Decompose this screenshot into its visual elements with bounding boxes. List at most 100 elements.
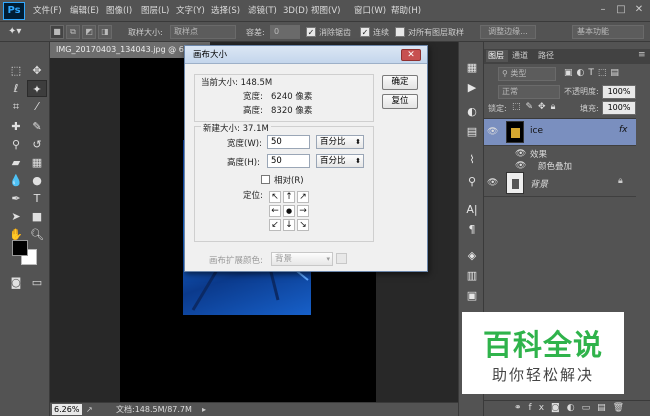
screen-mode-icon[interactable]: ▭: [27, 274, 47, 291]
ok-button[interactable]: 确定: [382, 75, 418, 90]
new-width-input[interactable]: 50: [267, 135, 310, 149]
history-panel-icon[interactable]: ▦: [464, 60, 480, 76]
workspace-select[interactable]: 基本功能: [572, 25, 644, 39]
layer-row-ice[interactable]: 👁︎ ice fx: [484, 119, 636, 146]
layer-name[interactable]: ice: [530, 126, 543, 136]
minimize-button[interactable]: –: [594, 2, 612, 17]
styles-panel-icon[interactable]: ▤: [464, 124, 480, 140]
new-height-input[interactable]: 50: [267, 154, 310, 168]
blur-tool-icon[interactable]: 💧: [6, 172, 26, 189]
tab-paths[interactable]: 路径: [538, 50, 554, 62]
menu-select[interactable]: 选择(S): [211, 4, 240, 18]
effects-eye-icon[interactable]: 👁︎: [515, 149, 526, 159]
adjustments-panel-icon[interactable]: ◐: [464, 104, 480, 120]
quick-mask-icon[interactable]: ◙: [6, 274, 26, 291]
menu-edit[interactable]: 编辑(E): [70, 4, 99, 18]
visibility-eye-icon[interactable]: 👁︎: [487, 127, 498, 137]
magic-wand-tool-icon[interactable]: ✦: [27, 80, 47, 97]
new-width-unit-select[interactable]: 百分比 ⬍: [316, 135, 364, 149]
anchor-w[interactable]: ←: [269, 205, 281, 217]
layer-filter-select[interactable]: ⚲ 类型: [498, 67, 556, 81]
layer-row-background[interactable]: 👁︎ 背景 🔒︎: [484, 170, 636, 197]
history-brush-tool-icon[interactable]: ↺: [27, 136, 47, 153]
layer-footer-icons[interactable]: ⚭fx◙◐▭▤🗑︎: [514, 403, 631, 413]
panel-menu-icon[interactable]: ≡: [638, 50, 646, 60]
tab-channels[interactable]: 通道: [512, 50, 528, 62]
new-height-unit-select[interactable]: 百分比 ⬍: [316, 154, 364, 168]
ext-color-swatch[interactable]: [336, 253, 347, 264]
anchor-n[interactable]: ↑: [283, 191, 295, 203]
anchor-se[interactable]: ↘: [297, 219, 309, 231]
eraser-tool-icon[interactable]: ▰: [6, 154, 26, 171]
pen-tool-icon[interactable]: ✒: [6, 190, 26, 207]
intersect-selection-icon[interactable]: ◨: [98, 25, 112, 39]
shape-tool-icon[interactable]: ■: [27, 208, 47, 225]
menu-window[interactable]: 窗口(W): [354, 4, 386, 18]
brush-panel-icon[interactable]: ⌇: [464, 152, 480, 168]
clone-stamp-tool-icon[interactable]: ⚲: [6, 136, 26, 153]
menu-3d[interactable]: 3D(D): [283, 4, 308, 18]
blend-mode-select[interactable]: 正常: [498, 85, 560, 99]
menu-help[interactable]: 帮助(H): [391, 4, 421, 18]
character-panel-icon[interactable]: A|: [464, 202, 480, 218]
anchor-sw[interactable]: ↙: [269, 219, 281, 231]
reset-button[interactable]: 复位: [382, 94, 418, 109]
anchor-center[interactable]: ●: [283, 205, 295, 217]
close-window-button[interactable]: ✕: [630, 2, 648, 17]
type-tool-icon[interactable]: T: [27, 190, 47, 207]
crop-tool-icon[interactable]: ⌗: [6, 98, 26, 115]
opacity-input[interactable]: 100%: [602, 85, 636, 99]
menu-image[interactable]: 图像(I): [106, 4, 132, 18]
contiguous-checkbox[interactable]: ✓: [360, 27, 370, 37]
status-arrow-icon[interactable]: ▸: [202, 403, 206, 416]
zoom-field[interactable]: 6.26%: [52, 404, 82, 415]
actions-panel-icon[interactable]: ▶: [464, 80, 480, 96]
menu-layer[interactable]: 图层(L): [141, 4, 169, 18]
tolerance-input[interactable]: 0: [270, 25, 300, 39]
new-selection-icon[interactable]: ■: [50, 25, 64, 39]
sample-size-select[interactable]: 取样点: [170, 25, 236, 39]
healing-tool-icon[interactable]: ✚: [6, 118, 26, 135]
background-eye-icon[interactable]: 👁︎: [487, 178, 498, 188]
menu-file[interactable]: 文件(F): [33, 4, 62, 18]
layer-name[interactable]: 背景: [530, 177, 548, 190]
move-tool-icon[interactable]: ✥: [27, 62, 47, 79]
all-layers-checkbox[interactable]: [395, 27, 405, 37]
lasso-tool-icon[interactable]: ℓ: [6, 80, 26, 97]
filter-icons[interactable]: ▣◐T⬚▤: [564, 68, 623, 78]
swatches-panel-icon[interactable]: ▥: [464, 268, 480, 284]
menu-type[interactable]: 文字(Y): [176, 4, 205, 18]
relative-checkbox[interactable]: [261, 175, 270, 184]
marquee-tool-icon[interactable]: ⬚: [6, 62, 26, 79]
antialias-checkbox[interactable]: ✓: [306, 27, 316, 37]
menu-view[interactable]: 视图(V): [311, 4, 340, 18]
brush-tool-icon[interactable]: ✎: [27, 118, 47, 135]
lock-icons[interactable]: ⬚✎✥🔒︎: [512, 102, 560, 112]
maximize-button[interactable]: □: [612, 2, 630, 17]
paragraph-panel-icon[interactable]: ¶: [464, 222, 480, 238]
gradient-tool-icon[interactable]: ▦: [27, 154, 47, 171]
export-icon[interactable]: ↗: [86, 403, 93, 416]
fx-badge[interactable]: fx: [619, 125, 628, 135]
tab-layers[interactable]: 图层: [486, 50, 508, 62]
zoom-tool-icon[interactable]: 🔍︎: [27, 226, 47, 243]
menu-filter[interactable]: 滤镜(T): [248, 4, 277, 18]
ext-color-select[interactable]: 背景 ▾: [271, 252, 333, 266]
add-selection-icon[interactable]: ⧉: [66, 25, 80, 39]
anchor-nw[interactable]: ↖: [269, 191, 281, 203]
refine-edge-button[interactable]: 调整边缘...: [480, 25, 536, 39]
foreground-color-swatch-top[interactable]: [12, 240, 28, 256]
info-panel-icon[interactable]: ▣: [464, 288, 480, 304]
dialog-close-button[interactable]: ✕: [401, 49, 421, 61]
magic-wand-preset-icon[interactable]: ✦▾: [8, 25, 30, 39]
path-selection-tool-icon[interactable]: ➤: [6, 208, 26, 225]
fill-input[interactable]: 100%: [602, 101, 636, 115]
anchor-e[interactable]: →: [297, 205, 309, 217]
anchor-ne[interactable]: ↗: [297, 191, 309, 203]
3d-panel-icon[interactable]: ◈: [464, 248, 480, 264]
eyedropper-tool-icon[interactable]: ⁄: [27, 98, 47, 115]
dodge-tool-icon[interactable]: ●: [27, 172, 47, 189]
clone-source-panel-icon[interactable]: ⚲: [464, 174, 480, 190]
anchor-s[interactable]: ↓: [283, 219, 295, 231]
subtract-selection-icon[interactable]: ◩: [82, 25, 96, 39]
